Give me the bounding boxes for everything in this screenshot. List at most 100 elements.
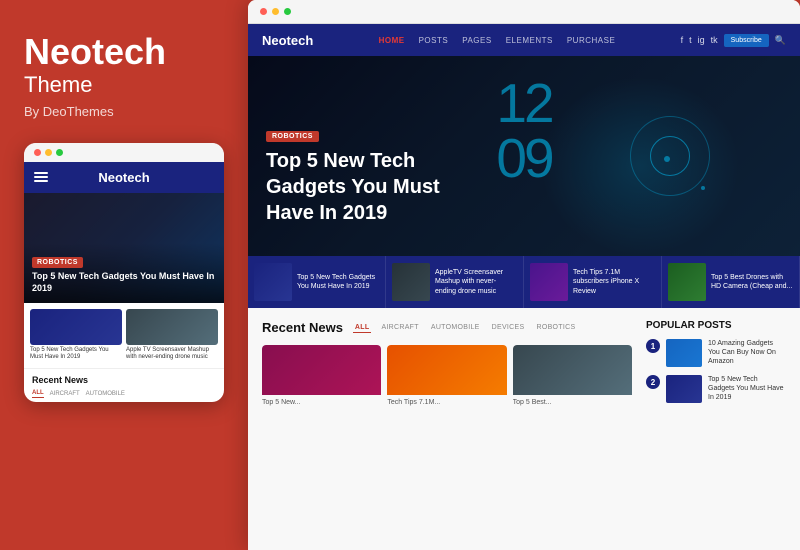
strip-text-4: Top 5 Best Drones with HD Camera (Cheap … bbox=[711, 273, 793, 291]
filter-tab-devices[interactable]: DEVICES bbox=[490, 323, 527, 332]
hamburger-icon[interactable] bbox=[34, 172, 48, 182]
filter-tab-aircraft[interactable]: AIRCRAFT bbox=[379, 323, 420, 332]
brand-subtitle: Theme bbox=[24, 72, 224, 98]
news-card-img-2 bbox=[387, 345, 506, 395]
content-area: Recent News ALL AIRCRAFT AUTOMOBILE DEVI… bbox=[248, 308, 800, 550]
search-icon[interactable]: 🔍 bbox=[775, 35, 786, 46]
subscribe-button[interactable]: Subscribe bbox=[724, 34, 769, 47]
mobile-thumb-img-2 bbox=[126, 309, 218, 345]
mobile-tab-automobile[interactable]: AUTOMOBILE bbox=[86, 390, 125, 398]
popular-thumb-2 bbox=[666, 375, 702, 403]
nav-purchase[interactable]: PURCHASE bbox=[567, 36, 615, 45]
nav-home[interactable]: HOME bbox=[379, 36, 405, 45]
brand-title: Neotech bbox=[24, 32, 224, 72]
strip-text-3: Tech Tips 7.1M subscribers iPhone X Revi… bbox=[573, 268, 655, 295]
nav-elements[interactable]: ELEMENTS bbox=[506, 36, 553, 45]
dot-red bbox=[34, 149, 41, 156]
mobile-thumb-text-1: Top 5 New Tech Gadgets You Must Have In … bbox=[30, 347, 122, 363]
twitter-icon[interactable]: t bbox=[689, 35, 692, 45]
strip-thumb-4 bbox=[668, 263, 706, 301]
filter-tab-automobile[interactable]: AUTOMOBILE bbox=[429, 323, 482, 332]
mobile-hero: ROBOTICS Top 5 New Tech Gadgets You Must… bbox=[24, 193, 224, 303]
instagram-icon[interactable]: ig bbox=[698, 35, 705, 45]
strip-thumb-2 bbox=[392, 263, 430, 301]
hero-badge: ROBOTICS bbox=[266, 131, 319, 142]
browser-dot-red bbox=[260, 8, 267, 15]
strip-thumb-1 bbox=[254, 263, 292, 301]
news-card-img-3 bbox=[513, 345, 632, 395]
thumbnail-strip: Top 5 New Tech Gadgets You Must Have In … bbox=[248, 256, 800, 308]
nav-right: f t ig tk Subscribe 🔍 bbox=[681, 34, 786, 47]
hero-content: ROBOTICS Top 5 New Tech Gadgets You Must… bbox=[266, 125, 466, 226]
popular-item-2[interactable]: 2 Top 5 New Tech Gadgets You Must Have I… bbox=[646, 375, 786, 403]
tech-dot-2 bbox=[701, 186, 705, 190]
strip-text-2: AppleTV Screensaver Mashup with never-en… bbox=[435, 268, 517, 295]
news-card-label-1: Top 5 New... bbox=[262, 398, 381, 407]
hero-section: 1209 ROBOTICS Top 5 New Tech Gadgets You… bbox=[248, 56, 800, 256]
tech-circle-2 bbox=[650, 136, 690, 176]
mobile-thumb-text-2: Apple TV Screensaver Mashup with never-e… bbox=[126, 347, 218, 363]
nav-posts[interactable]: POSTS bbox=[419, 36, 449, 45]
popular-posts: POPULAR POSTS 1 10 Amazing Gadgets You C… bbox=[646, 320, 786, 542]
mobile-thumb-1: Top 5 New Tech Gadgets You Must Have In … bbox=[30, 309, 122, 363]
popular-num-1: 1 bbox=[646, 339, 660, 353]
left-panel: Neotech Theme By DeoThemes Neotech ROBOT… bbox=[0, 0, 248, 550]
mobile-tab-aircraft[interactable]: AIRCRAFT bbox=[50, 390, 80, 398]
popular-text-2: Top 5 New Tech Gadgets You Must Have In … bbox=[708, 375, 786, 402]
popular-item-1[interactable]: 1 10 Amazing Gadgets You Can Buy Now On … bbox=[646, 339, 786, 367]
section-header: Recent News ALL AIRCRAFT AUTOMOBILE DEVI… bbox=[262, 320, 632, 335]
mobile-hero-title: Top 5 New Tech Gadgets You Must Have In … bbox=[32, 271, 216, 294]
news-grid: Top 5 New... Tech Tips 7.1M... Top 5 Bes… bbox=[262, 345, 632, 407]
site-nav: Neotech HOME POSTS PAGES ELEMENTS PURCHA… bbox=[248, 24, 800, 56]
news-card-label-2: Tech Tips 7.1M... bbox=[387, 398, 506, 407]
recent-news-section: Recent News ALL AIRCRAFT AUTOMOBILE DEVI… bbox=[262, 320, 632, 542]
strip-item-2[interactable]: AppleTV Screensaver Mashup with never-en… bbox=[386, 256, 524, 308]
mobile-thumb-img-1 bbox=[30, 309, 122, 345]
filter-tab-robotics[interactable]: ROBOTICS bbox=[534, 323, 577, 332]
browser-mockup: Neotech HOME POSTS PAGES ELEMENTS PURCHA… bbox=[248, 0, 800, 550]
mobile-mockup: Neotech ROBOTICS Top 5 New Tech Gadgets … bbox=[24, 143, 224, 403]
popular-text-1: 10 Amazing Gadgets You Can Buy Now On Am… bbox=[708, 339, 786, 366]
tech-dot-1 bbox=[664, 156, 670, 162]
news-card-label-3: Top 5 Best... bbox=[513, 398, 632, 407]
popular-thumb-1 bbox=[666, 339, 702, 367]
mobile-hero-badge: ROBOTICS bbox=[32, 257, 83, 268]
strip-item-4[interactable]: Top 5 Best Drones with HD Camera (Cheap … bbox=[662, 256, 800, 308]
mobile-recent-section: Recent News ALL AIRCRAFT AUTOMOBILE bbox=[24, 368, 224, 402]
news-card-2[interactable]: Tech Tips 7.1M... bbox=[387, 345, 506, 407]
strip-thumb-3 bbox=[530, 263, 568, 301]
dot-yellow bbox=[45, 149, 52, 156]
filter-tab-all[interactable]: ALL bbox=[353, 323, 372, 333]
mobile-thumbnails: Top 5 New Tech Gadgets You Must Have In … bbox=[24, 303, 224, 369]
dot-green bbox=[56, 149, 63, 156]
strip-item-3[interactable]: Tech Tips 7.1M subscribers iPhone X Revi… bbox=[524, 256, 662, 308]
news-card-3[interactable]: Top 5 Best... bbox=[513, 345, 632, 407]
mobile-tab-all[interactable]: ALL bbox=[32, 389, 44, 398]
mobile-hero-overlay: ROBOTICS Top 5 New Tech Gadgets You Must… bbox=[24, 243, 224, 302]
news-card-1[interactable]: Top 5 New... bbox=[262, 345, 381, 407]
popular-num-2: 2 bbox=[646, 375, 660, 389]
tiktok-icon[interactable]: tk bbox=[711, 35, 718, 45]
mobile-thumb-2: Apple TV Screensaver Mashup with never-e… bbox=[126, 309, 218, 363]
brand-by: By DeoThemes bbox=[24, 104, 224, 119]
mobile-nav: Neotech bbox=[24, 162, 224, 193]
section-title: Recent News bbox=[262, 320, 343, 335]
site-logo: Neotech bbox=[262, 33, 313, 48]
hero-title: Top 5 New Tech Gadgets You Must Have In … bbox=[266, 148, 466, 226]
site-nav-links: HOME POSTS PAGES ELEMENTS PURCHASE bbox=[379, 36, 616, 45]
mobile-filter-tabs: ALL AIRCRAFT AUTOMOBILE bbox=[32, 389, 216, 398]
news-card-img-1 bbox=[262, 345, 381, 395]
nav-pages[interactable]: PAGES bbox=[462, 36, 491, 45]
facebook-icon[interactable]: f bbox=[681, 35, 684, 45]
strip-text-1: Top 5 New Tech Gadgets You Must Have In … bbox=[297, 273, 379, 291]
hero-digits: 1209 bbox=[496, 76, 551, 186]
popular-posts-title: POPULAR POSTS bbox=[646, 320, 786, 331]
browser-top-bar bbox=[248, 0, 800, 24]
mobile-recent-title: Recent News bbox=[32, 375, 216, 385]
filter-tabs: ALL AIRCRAFT AUTOMOBILE DEVICES ROBOTICS bbox=[353, 323, 578, 333]
strip-item-1[interactable]: Top 5 New Tech Gadgets You Must Have In … bbox=[248, 256, 386, 308]
browser-dot-yellow bbox=[272, 8, 279, 15]
mobile-nav-title: Neotech bbox=[98, 170, 149, 185]
browser-dot-green bbox=[284, 8, 291, 15]
mobile-top-bar bbox=[24, 143, 224, 162]
